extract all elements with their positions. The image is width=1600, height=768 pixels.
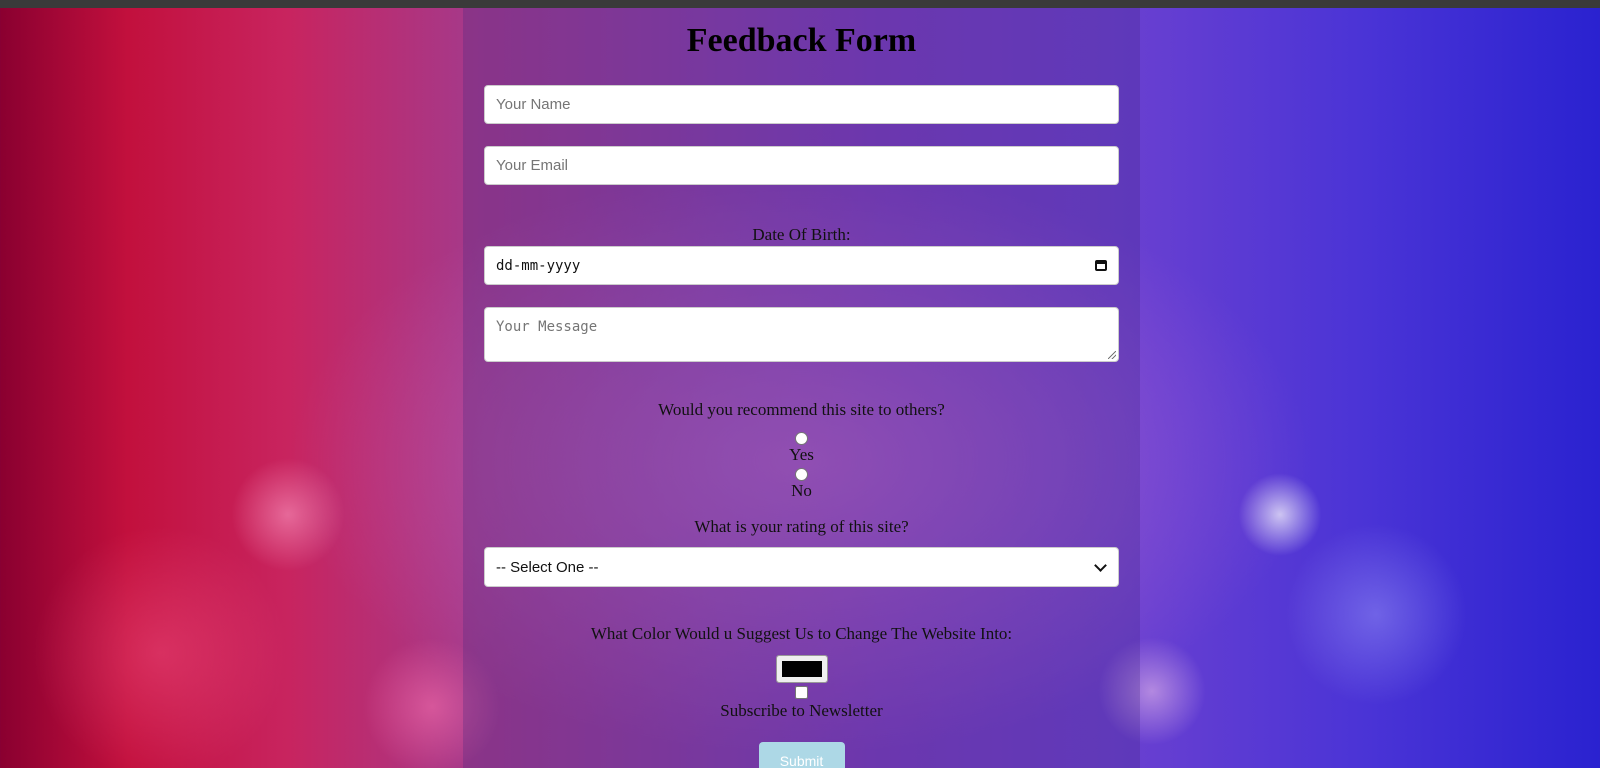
message-placeholder: Your Message — [496, 319, 598, 335]
color-picker-swatch — [781, 661, 822, 677]
dob-date-input[interactable]: dd-mm-yyyy — [484, 246, 1119, 285]
newsletter-checkbox[interactable] — [795, 686, 808, 699]
color-picker[interactable] — [775, 655, 828, 683]
resize-grip-icon[interactable] — [1108, 351, 1116, 359]
message-textarea[interactable]: Your Message — [484, 307, 1119, 362]
rating-select[interactable]: -- Select One -- — [484, 547, 1119, 587]
recommend-no-label: No — [791, 481, 812, 500]
chevron-down-icon — [1094, 558, 1107, 572]
browser-top-bar — [0, 0, 1600, 8]
recommend-no-radio[interactable] — [795, 468, 808, 481]
newsletter-label: Subscribe to Newsletter — [720, 701, 883, 720]
color-question: What Color Would u Suggest Us to Change … — [590, 624, 1013, 643]
submit-button[interactable]: Submit — [758, 742, 845, 768]
recommend-question: Would you recommend this site to others? — [658, 400, 945, 419]
recommend-yes-radio[interactable] — [795, 432, 808, 445]
recommend-yes-label: Yes — [789, 445, 814, 464]
feedback-form-panel: Feedback Form Date Of Birth: dd-mm-yyyy … — [463, 8, 1140, 768]
recommend-radio-group: Yes No — [463, 432, 1140, 501]
page-title: Feedback Form — [686, 22, 917, 59]
rating-question: What is your rating of this site? — [694, 517, 909, 536]
name-input[interactable] — [484, 85, 1119, 124]
rating-selected-value: -- Select One -- — [496, 558, 599, 576]
dob-date-value: dd-mm-yyyy — [496, 257, 581, 274]
email-input[interactable] — [484, 146, 1119, 185]
dob-label: Date Of Birth: — [752, 225, 851, 244]
calendar-icon[interactable] — [1095, 260, 1107, 271]
